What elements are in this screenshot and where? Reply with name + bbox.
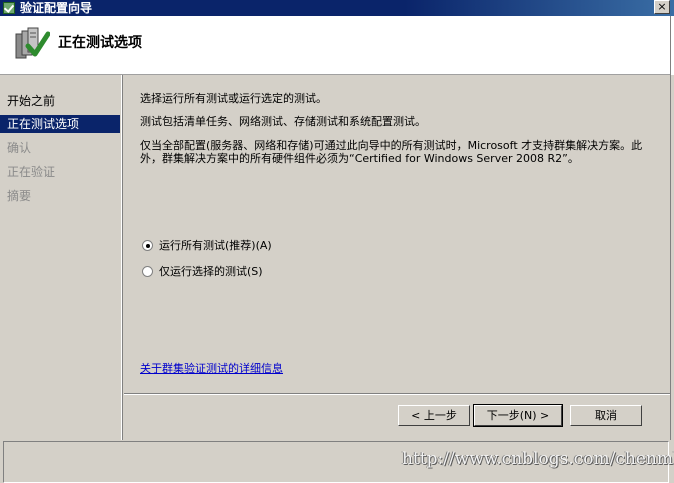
title-bar: 验证配置向导 × (0, 0, 674, 16)
wizard-content: 选择运行所有测试或运行选定的测试。 测试包括清单任务、网络测试、存储测试和系统配… (124, 75, 670, 440)
run-selected-tests-radio[interactable] (142, 266, 153, 277)
step-validating: 正在验证 (7, 165, 56, 179)
validation-tests-info-link[interactable]: 关于群集验证测试的详细信息 (140, 360, 283, 376)
back-button[interactable]: < 上一步 (398, 405, 470, 426)
step-before-you-begin[interactable]: 开始之前 (0, 92, 120, 110)
window-title: 验证配置向导 (20, 1, 93, 15)
description-text: 测试包括清单任务、网络测试、存储测试和系统配置测试。 (140, 115, 426, 128)
close-button[interactable]: × (654, 0, 670, 14)
step-confirmation: 确认 (7, 141, 32, 155)
step-summary: 摘要 (7, 189, 32, 203)
wizard-header: 正在测试选项 (0, 16, 670, 75)
window-right-edge (670, 75, 674, 478)
next-button[interactable]: 下一步(N) > (473, 404, 563, 427)
button-separator (124, 393, 670, 395)
server-checkmark-icon (15, 27, 50, 59)
page-title: 正在测试选项 (58, 35, 142, 51)
intro-text: 选择运行所有测试或运行选定的测试。 (140, 92, 327, 105)
step-testing-options[interactable]: 正在测试选项 (0, 115, 120, 133)
run-selected-tests-label[interactable]: 仅运行选择的测试(S) (159, 264, 263, 280)
validation-wizard-icon (3, 2, 15, 14)
wizard-steps-sidebar: 开始之前 正在测试选项 确认 正在验证 摘要 (0, 75, 123, 440)
watermark-text: http://www.cnblogs.com/chenmh/ (402, 449, 674, 469)
header-edge (670, 16, 674, 75)
cancel-button[interactable]: 取消 (570, 405, 642, 426)
run-all-tests-radio[interactable] (142, 240, 153, 251)
run-all-tests-label[interactable]: 运行所有测试(推荐)(A) (159, 238, 272, 254)
support-note-text: 仅当全部配置(服务器、网络和存储)可通过此向导中的所有测试时，Microsoft… (140, 139, 643, 165)
